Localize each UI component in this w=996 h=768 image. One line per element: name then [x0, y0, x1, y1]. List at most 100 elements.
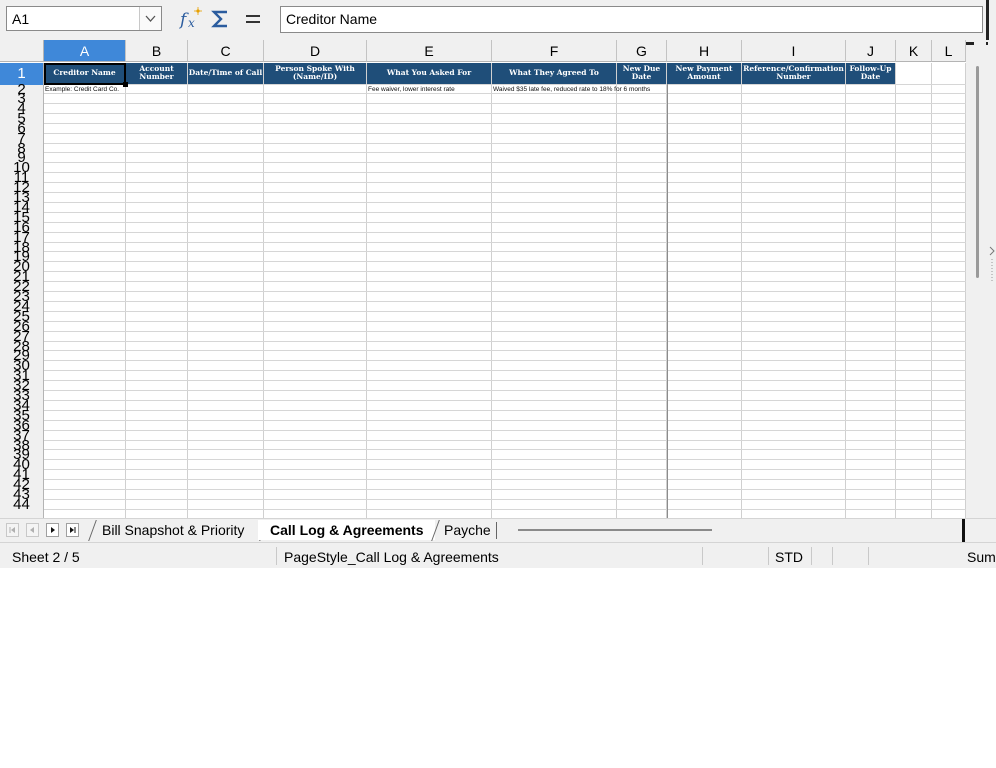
header-cell-c[interactable]: Date/Time of Call	[188, 63, 263, 84]
sheet-tab-call-log[interactable]: Call Log & Agreements	[258, 520, 435, 540]
grid-row-line	[44, 310, 966, 312]
last-sheet-button[interactable]	[66, 523, 79, 537]
fill-handle[interactable]	[123, 82, 128, 87]
grid-row-line	[44, 469, 966, 471]
formula-input-text[interactable]: Creditor Name	[286, 11, 377, 27]
sum-icon[interactable]	[209, 6, 233, 32]
previous-sheet-button[interactable]	[26, 523, 39, 537]
grid-row-line	[44, 439, 966, 441]
example-cell-a2[interactable]: Example: Credit Card Co.	[45, 85, 119, 94]
first-sheet-button[interactable]	[6, 523, 19, 537]
scrollbar-end-marker	[962, 519, 965, 543]
grid-row-line	[44, 429, 966, 431]
dropdown-chevron-icon[interactable]	[140, 7, 161, 30]
grid-row-line	[44, 192, 966, 193]
name-box-dropdown-button[interactable]	[139, 7, 161, 30]
row-header-44[interactable]: 44	[0, 497, 43, 512]
header-cell-h[interactable]: New Payment Amount	[667, 63, 741, 84]
formula-input[interactable]: Creditor Name	[280, 6, 983, 33]
sheet-tab-paycheck[interactable]: Payche	[432, 520, 494, 540]
grid-row-line	[44, 320, 966, 322]
grid-row-line	[44, 271, 966, 273]
grid-row-line	[44, 122, 966, 124]
horizontal-scroll-thumb[interactable]	[518, 529, 712, 531]
column-header-f[interactable]: F	[492, 40, 617, 62]
grid-row-line	[44, 419, 966, 421]
chevron-right-icon[interactable]	[988, 245, 996, 285]
grid-row-line	[44, 300, 966, 302]
status-separator	[702, 547, 703, 565]
grid-row-line	[44, 261, 966, 263]
first-sheet-icon[interactable]	[7, 524, 18, 536]
status-bar: Sheet 2 / 5 PageStyle_Call Log & Agreeme…	[0, 542, 996, 568]
column-header-k[interactable]: K	[896, 40, 932, 62]
status-separator	[868, 547, 869, 565]
header-cell-b[interactable]: Account Number	[126, 63, 187, 84]
header-cell-e[interactable]: What You Asked For	[367, 63, 491, 84]
header-cell-j[interactable]: Follow-Up Date	[846, 63, 895, 84]
sidebar-collapse-handle[interactable]	[988, 245, 996, 285]
page-style[interactable]: PageStyle_Call Log & Agreements	[284, 549, 499, 565]
formula-bar: A1 f x Creditor Name	[0, 0, 996, 40]
cell-area[interactable]: Creditor Name Account Number Date/Time of …	[44, 63, 966, 518]
example-cell-f2[interactable]: Waived $35 late fee, reduced rate to 18%…	[493, 85, 650, 94]
next-sheet-button[interactable]	[46, 523, 59, 537]
example-cell-e2[interactable]: Fee waiver, lower interest rate	[368, 85, 455, 94]
column-header-row: ABCDEFGHIJKL	[0, 40, 966, 63]
next-sheet-icon[interactable]	[47, 524, 58, 536]
grid-row-line	[44, 152, 966, 154]
column-header-c[interactable]: C	[188, 40, 264, 62]
column-header-d[interactable]: D	[264, 40, 367, 62]
grid-row-line	[44, 172, 966, 174]
grid-row-line	[44, 360, 966, 362]
grid-row-line	[44, 281, 966, 283]
grid-row-line	[44, 162, 966, 164]
sheet-position[interactable]: Sheet 2 / 5	[12, 549, 80, 565]
grid-row-line	[44, 251, 966, 253]
header-cell-g[interactable]: New Due Date	[617, 63, 666, 84]
previous-sheet-icon[interactable]	[27, 524, 38, 536]
name-box-value[interactable]: A1	[12, 11, 29, 27]
column-header-g[interactable]: G	[617, 40, 667, 62]
vertical-scroll-thumb[interactable]	[976, 66, 979, 278]
tab-area-divider[interactable]	[496, 522, 497, 539]
sheet-tab-bill-snapshot[interactable]: Bill Snapshot & Priority	[90, 520, 262, 540]
row-header-column: 1 2 3 4 5 6 7 8 9 10 11 12 13 14 15 16 17 18 19 20 21 22 23 24 2…	[0, 63, 44, 518]
header-cell-f[interactable]: What They Agreed To	[492, 63, 616, 84]
grid-row-line	[44, 370, 966, 372]
column-header-i[interactable]: I	[742, 40, 846, 62]
sum-indicator[interactable]: Sum	[967, 549, 996, 565]
column-header-j[interactable]: J	[846, 40, 896, 62]
function-wizard-icon[interactable]: f x	[178, 6, 203, 32]
grid-row-line	[44, 498, 966, 500]
grid-row-line	[44, 508, 966, 510]
grid-row-line	[44, 132, 966, 134]
column-header-l[interactable]: L	[932, 40, 966, 62]
column-header-b[interactable]: B	[126, 40, 188, 62]
grid-row-line	[44, 399, 966, 401]
grid-row-line	[44, 221, 966, 223]
selection-mode[interactable]: STD	[775, 549, 803, 565]
last-sheet-icon[interactable]	[67, 524, 78, 536]
sheet-tab-bar: Bill Snapshot & Priority Call Log & Agre…	[0, 518, 996, 543]
page-break-line	[667, 63, 668, 518]
status-separator	[832, 547, 833, 565]
grid-row-line	[44, 390, 966, 391]
column-header-a[interactable]: A	[44, 40, 126, 62]
column-header-h[interactable]: H	[667, 40, 742, 62]
grid-row-line	[44, 409, 966, 411]
grid-row-line	[44, 142, 966, 144]
column-header-e[interactable]: E	[367, 40, 492, 62]
grid-row-line	[44, 479, 966, 481]
spreadsheet-grid[interactable]: ABCDEFGHIJKL 1 2 3 4 5 6 7 8 9 10 11 12 13 14 15 16 17 18…	[0, 40, 966, 518]
grid-row-line	[44, 241, 966, 243]
grid-row-line	[44, 350, 966, 352]
vertical-scrollbar[interactable]	[966, 40, 996, 518]
name-box[interactable]: A1	[6, 6, 162, 31]
status-separator	[768, 547, 769, 565]
grid-row-line	[44, 231, 966, 233]
active-cell-cursor[interactable]	[44, 63, 126, 85]
header-cell-i[interactable]: Reference/Confirmation Number	[742, 63, 845, 84]
header-cell-d[interactable]: Person Spoke With (Name/ID)	[264, 63, 366, 84]
formula-equals-icon[interactable]	[241, 6, 265, 32]
